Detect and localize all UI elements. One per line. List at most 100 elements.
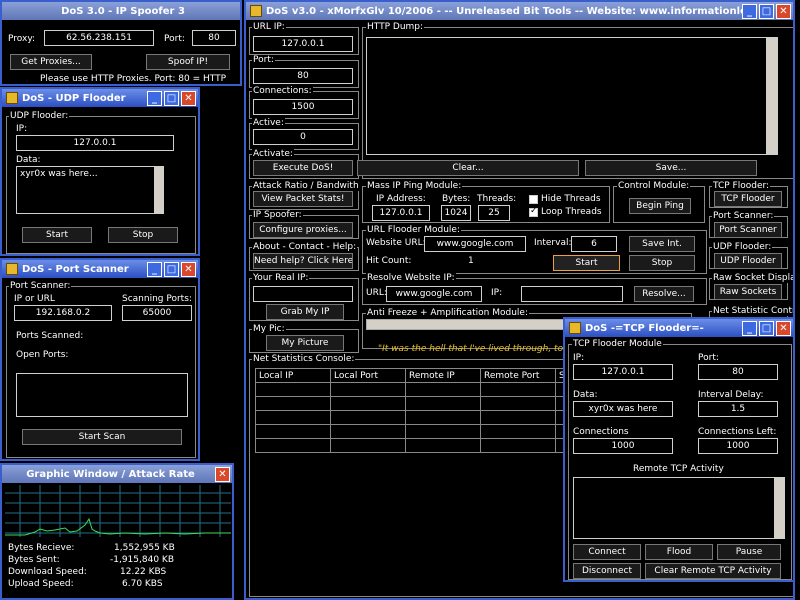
connections-field[interactable]: 1500 [253, 99, 353, 115]
hide-threads-label: Hide Threads [541, 194, 601, 204]
configure-proxies-button[interactable]: Configure proxies... [253, 222, 353, 238]
active-field: 0 [253, 129, 353, 145]
close-icon[interactable]: ✕ [776, 3, 791, 19]
execute-dos-button[interactable]: Execute DoS! [253, 160, 353, 176]
udp-side-group-label: UDP Flooder: [712, 242, 773, 252]
scan-ports-label: Scanning Ports: [122, 294, 192, 304]
minimize-icon[interactable]: _ [147, 90, 162, 106]
tcp-ip-field[interactable]: 127.0.0.1 [573, 364, 673, 380]
threads-field[interactable]: 25 [478, 205, 510, 221]
tcp-interval-field[interactable]: 1.5 [698, 401, 778, 417]
hit-count-value: 1 [468, 256, 474, 266]
tcp-flood-button[interactable]: Flood [645, 544, 713, 560]
url-start-button[interactable]: Start [553, 255, 620, 271]
begin-ping-button[interactable]: Begin Ping [629, 198, 691, 214]
app-logo-icon [250, 5, 262, 17]
resolve-button[interactable]: Resolve... [634, 286, 694, 302]
open-ports-list[interactable] [16, 373, 188, 417]
udp-ip-field[interactable]: 127.0.0.1 [16, 135, 174, 151]
maximize-icon[interactable]: □ [759, 320, 774, 336]
tcp-port-label: Port: [698, 353, 719, 363]
bytes-recieve-label: Bytes Recieve: [8, 543, 75, 553]
close-icon[interactable]: ✕ [181, 261, 196, 277]
interval-field[interactable]: 6 [571, 236, 617, 252]
url-ip-field[interactable]: 127.0.0.1 [253, 36, 353, 52]
hide-threads-checkbox[interactable] [529, 195, 538, 204]
tcp-data-field[interactable]: xyr0x was here [573, 401, 673, 417]
clear-tcp-activity-button[interactable]: Clear Remote TCP Activity [645, 563, 781, 579]
http-dump-scrollbar[interactable] [766, 38, 777, 154]
close-icon[interactable]: ✕ [215, 466, 230, 482]
udp-ip-label: IP: [16, 124, 28, 134]
real-ip-field[interactable] [253, 286, 353, 302]
maximize-icon[interactable]: □ [164, 90, 179, 106]
minimize-icon[interactable]: _ [147, 261, 162, 277]
tcp-connections-field[interactable]: 1000 [573, 438, 673, 454]
main-title-bar[interactable]: DoS v3.0 - xMorfxGlv 10/2006 - -- Unrele… [246, 2, 793, 20]
bytes-field[interactable]: 1024 [441, 205, 471, 221]
tcp-disconnect-button[interactable]: Disconnect [573, 563, 641, 579]
threads-label: Threads: [477, 194, 517, 204]
proxy-field[interactable]: 62.56.238.151 [44, 30, 154, 46]
grab-my-ip-button[interactable]: Grab My IP [266, 304, 344, 320]
url-stop-button[interactable]: Stop [629, 255, 695, 271]
resolve-url-field[interactable]: www.google.com [386, 286, 482, 302]
ip-spoofer-title: DoS 3.0 - IP Spoofer 3 [61, 5, 185, 17]
close-icon[interactable]: ✕ [776, 320, 791, 336]
website-url-field[interactable]: www.google.com [424, 236, 526, 252]
udp-title-bar[interactable]: DoS - UDP Flooder _ □ ✕ [2, 89, 198, 107]
bytes-sent-value: -1,915,840 KB [110, 555, 174, 565]
raw-sockets-button[interactable]: Raw Sockets [714, 284, 782, 300]
port-scanner-title: DoS - Port Scanner [22, 263, 129, 275]
save-button[interactable]: Save... [585, 160, 757, 176]
maximize-icon[interactable]: □ [759, 3, 774, 19]
my-picture-button[interactable]: My Picture [266, 335, 344, 351]
view-packet-stats-button[interactable]: View Packet Stats! [253, 191, 353, 207]
tcp-pause-button[interactable]: Pause [717, 544, 781, 560]
spoof-ip-button[interactable]: Spoof IP! [146, 54, 230, 70]
download-speed-label: Download Speed: [8, 567, 87, 577]
udp-data-scrollbar[interactable] [154, 167, 163, 213]
spoofer-port-field[interactable]: 80 [192, 30, 236, 46]
port-scanner-open-button[interactable]: Port Scanner [714, 222, 782, 238]
minimize-icon[interactable]: _ [742, 3, 757, 19]
resolve-ip-field[interactable] [521, 286, 623, 302]
col-remote-ip[interactable]: Remote IP [405, 368, 481, 383]
graph-title-bar[interactable]: Graphic Window / Attack Rate ✕ [2, 465, 232, 483]
minimize-icon[interactable]: _ [742, 320, 757, 336]
port-scan-group-label: Port Scanner: [712, 211, 775, 221]
bytes-sent-label: Bytes Sent: [8, 555, 60, 565]
col-local-ip[interactable]: Local IP [255, 368, 331, 383]
tcp-title-bar[interactable]: DoS -=TCP Flooder=- _ □ ✕ [565, 319, 793, 337]
spoofer-port-label: Port: [164, 34, 185, 44]
ping-ip-field[interactable]: 127.0.0.1 [372, 205, 430, 221]
col-local-port[interactable]: Local Port [330, 368, 406, 383]
udp-flooder-open-button[interactable]: UDP Flooder [714, 253, 782, 269]
tcp-connect-button[interactable]: Connect [573, 544, 641, 560]
save-int-button[interactable]: Save Int. [629, 236, 695, 252]
tcp-activity-scrollbar[interactable] [774, 478, 784, 538]
port-scanner-title-bar[interactable]: DoS - Port Scanner _ □ ✕ [2, 260, 198, 278]
udp-data-textarea[interactable]: xyr0x was here... [16, 166, 164, 214]
loop-threads-checkbox[interactable] [529, 206, 538, 217]
tcp-connections-label: Connections [573, 427, 629, 437]
scan-ports-field[interactable]: 65000 [122, 305, 192, 321]
close-icon[interactable]: ✕ [181, 90, 196, 106]
need-help-button[interactable]: Need help? Click Here [253, 253, 353, 269]
scan-ip-field[interactable]: 192.168.0.2 [14, 305, 112, 321]
maximize-icon[interactable]: □ [164, 261, 179, 277]
ip-spoofer-title-bar[interactable]: DoS 3.0 - IP Spoofer 3 [2, 2, 240, 20]
get-proxies-button[interactable]: Get Proxies... [10, 54, 92, 70]
udp-stop-button[interactable]: Stop [108, 227, 178, 243]
col-remote-port[interactable]: Remote Port [480, 368, 556, 383]
http-dump-textarea[interactable] [366, 37, 778, 155]
clear-button[interactable]: Clear... [357, 160, 579, 176]
tcp-title: DoS -=TCP Flooder=- [585, 322, 704, 334]
tcp-port-field[interactable]: 80 [698, 364, 778, 380]
tcp-flooder-open-button[interactable]: TCP Flooder [714, 191, 782, 207]
tcp-activity-textarea[interactable] [573, 477, 785, 539]
port-field[interactable]: 80 [253, 68, 353, 84]
udp-start-button[interactable]: Start [22, 227, 92, 243]
start-scan-button[interactable]: Start Scan [22, 429, 182, 445]
udp-group-label: UDP Flooder: [9, 111, 70, 121]
